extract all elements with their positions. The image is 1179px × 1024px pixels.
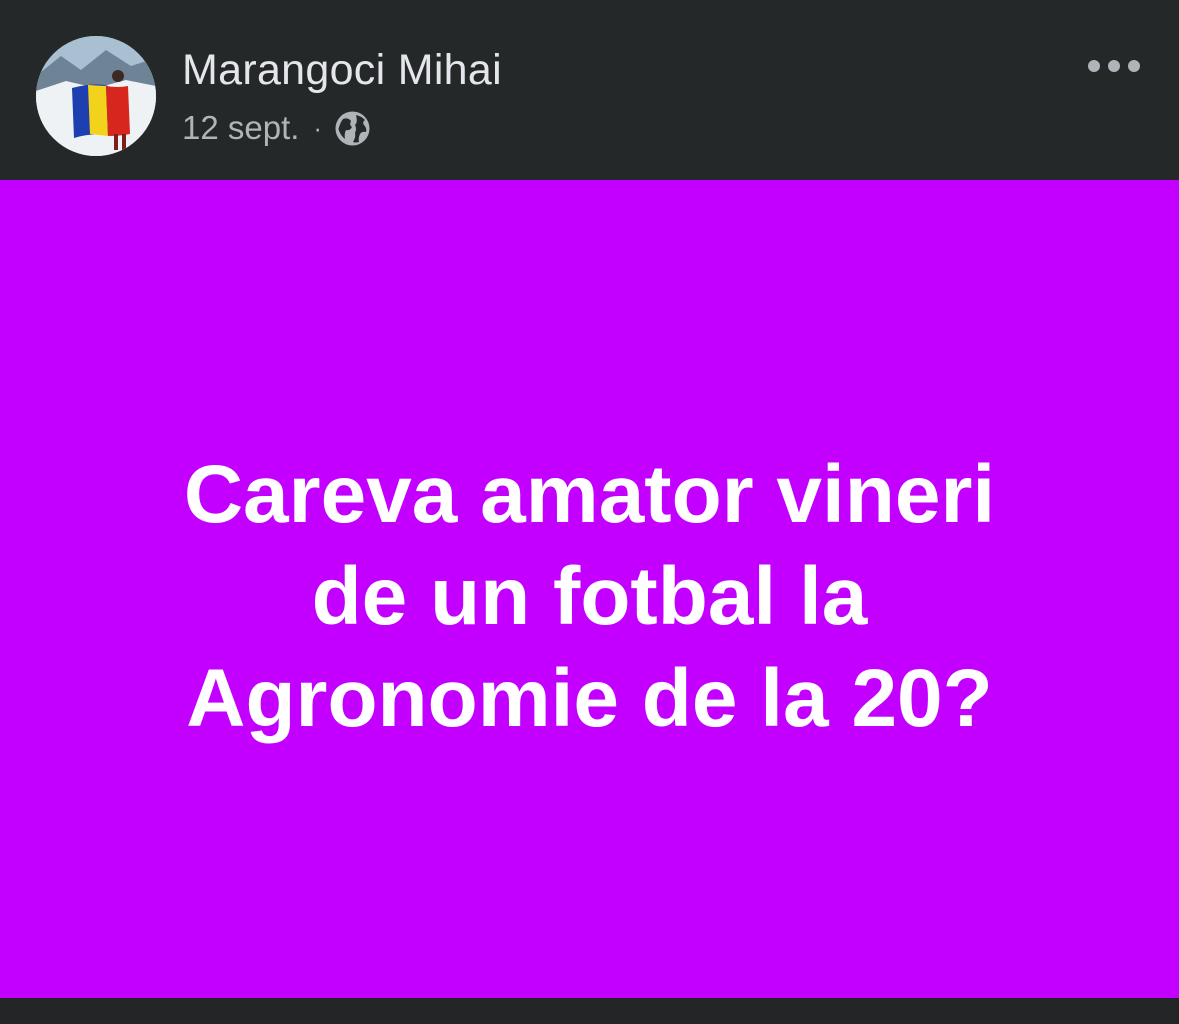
author-name[interactable]: Marangoci Mihai: [182, 44, 502, 96]
post-text-line: Careva amator vineri: [183, 449, 996, 540]
post-meta: 12 sept. ·: [182, 106, 371, 150]
meta-separator: ·: [313, 112, 323, 143]
post-footer: [0, 998, 1179, 1024]
author-avatar[interactable]: [36, 36, 156, 156]
post-header: Marangoci Mihai 12 sept. ·: [0, 0, 1179, 180]
post-text-line: de un fotbal la: [311, 551, 868, 642]
more-options-icon[interactable]: [1084, 48, 1144, 84]
post-content-background: Careva amator vineri de un fotbal la Agr…: [0, 180, 1179, 998]
post-date[interactable]: 12 sept.: [182, 109, 299, 147]
avatar-image: [36, 36, 156, 156]
facebook-post: Marangoci Mihai 12 sept. · Careva amator…: [0, 0, 1179, 1024]
more-dot: [1128, 60, 1140, 72]
post-text-line: Agronomie de la 20?: [186, 653, 993, 744]
more-dot: [1108, 60, 1120, 72]
globe-icon[interactable]: [334, 110, 371, 147]
more-dot: [1088, 60, 1100, 72]
post-text: Careva amator vineri de un fotbal la Agr…: [90, 444, 1090, 750]
